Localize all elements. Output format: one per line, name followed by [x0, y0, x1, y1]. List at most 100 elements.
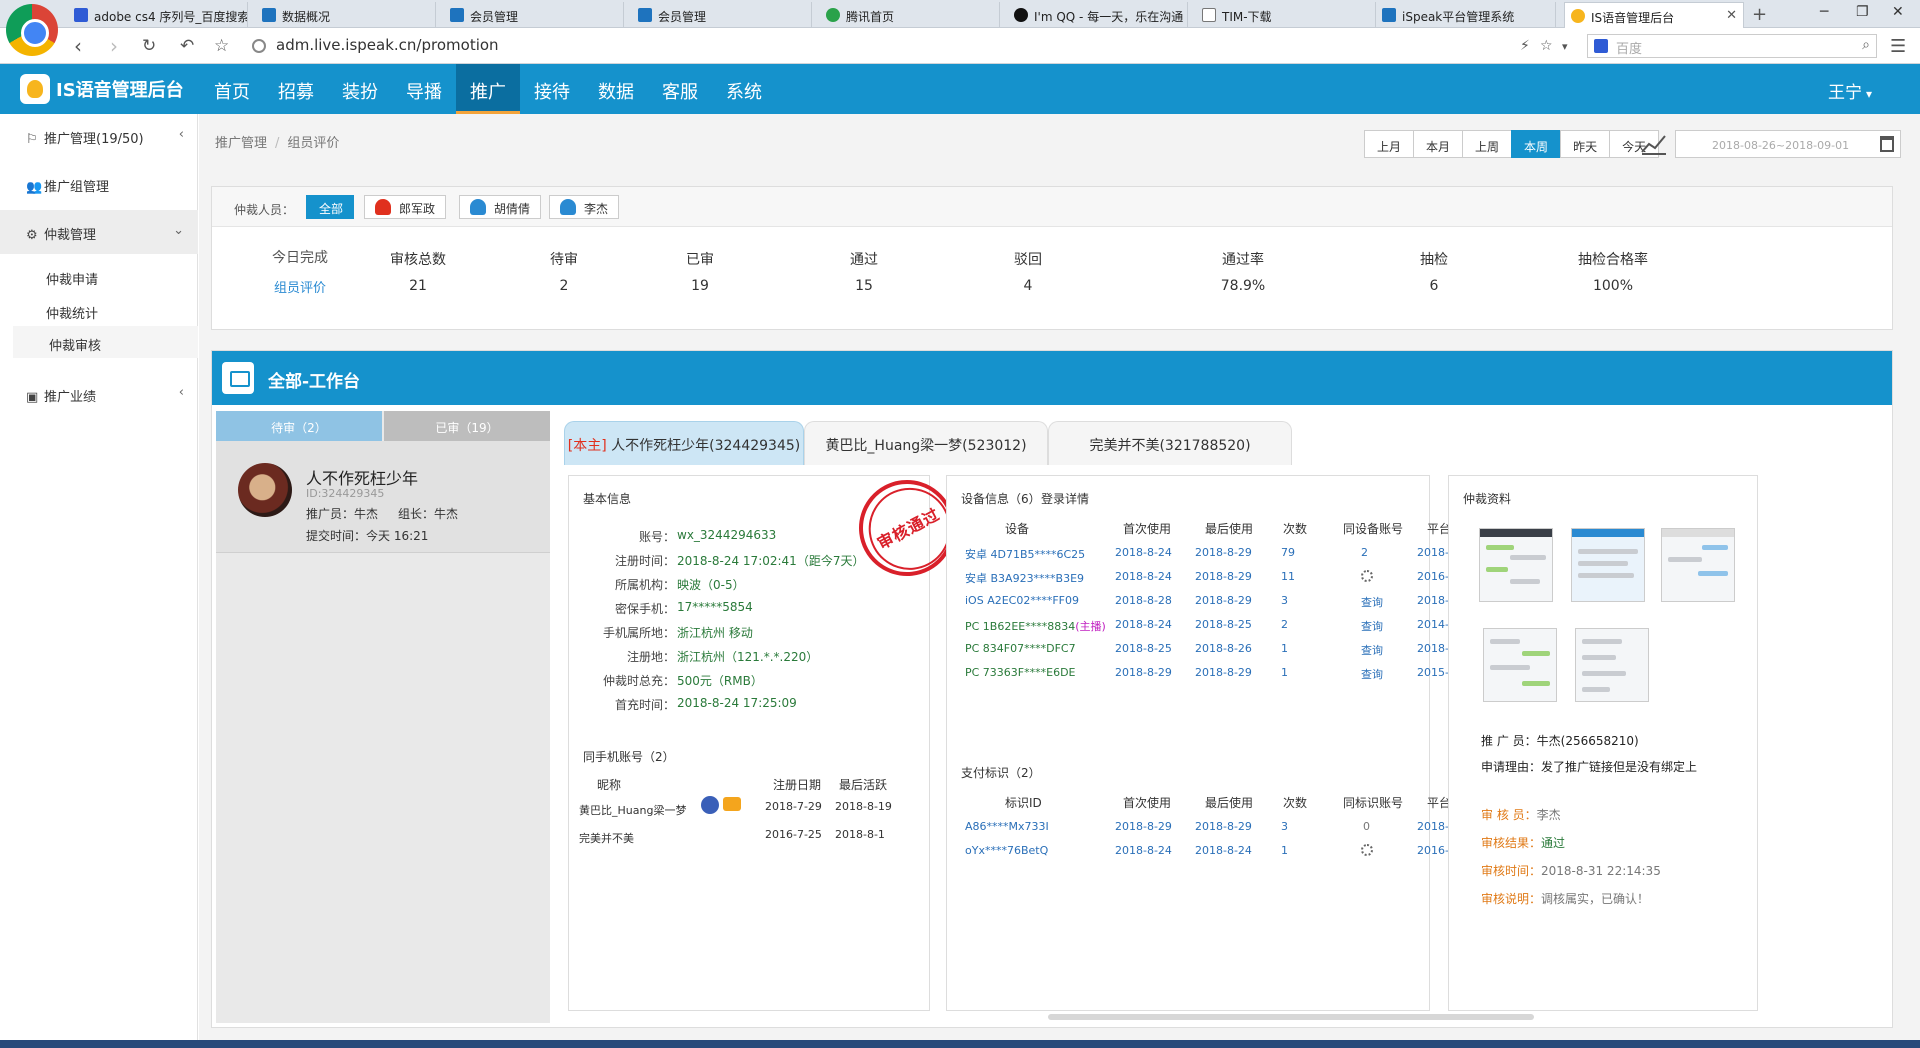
- tab-main-account[interactable]: [本主] 人不作死枉少年(324429345): [564, 421, 804, 465]
- table-cell[interactable]: 完美并不美: [579, 830, 634, 846]
- range-this-week[interactable]: 本周: [1511, 130, 1562, 158]
- member-card[interactable]: 人不作死枉少年 ID:324429345 推广员：牛杰 组长：牛杰 提交时间：今天…: [216, 441, 550, 553]
- basic-info-title: 基本信息: [583, 492, 632, 506]
- lightning-icon[interactable]: ⚡: [1520, 38, 1530, 54]
- table-cell: 2018-8-29: [1195, 820, 1252, 833]
- tab-pending[interactable]: 待审（2）: [216, 411, 382, 441]
- nav-recruit[interactable]: 招募: [264, 64, 328, 114]
- page-info-icon: [252, 39, 266, 53]
- url-field[interactable]: adm.live.ispeak.cn/promotion: [248, 34, 1548, 58]
- sidebar-item-promotion-manage[interactable]: ⚐ 推广管理(19/50) ‹: [0, 114, 198, 158]
- nav-data[interactable]: 数据: [584, 64, 648, 114]
- same-device-count[interactable]: 2: [1361, 546, 1368, 559]
- sidebar-sub-arbitration-apply[interactable]: 仲裁申请: [10, 260, 198, 292]
- tab-linked-account[interactable]: 完美并不美(321788520): [1048, 421, 1292, 465]
- bookmark-star-icon[interactable]: ☆: [214, 36, 229, 56]
- sidebar-sub-arbitration-stats[interactable]: 仲裁统计: [10, 294, 198, 326]
- range-last-week[interactable]: 上周: [1462, 130, 1513, 158]
- table-cell: 2018-8-29: [1115, 820, 1172, 833]
- browser-tab[interactable]: iSpeak平台管理系统: [1376, 2, 1556, 28]
- login-detail-link[interactable]: 登录详情: [1041, 490, 1089, 507]
- filter-chip-person[interactable]: 李杰: [549, 195, 620, 219]
- table-cell[interactable]: 黄巴比_Huang梁一梦: [579, 802, 686, 818]
- evidence-screenshot[interactable]: [1483, 628, 1557, 702]
- tab-reviewed[interactable]: 已审（19）: [384, 411, 550, 441]
- search-icon[interactable]: ⌕: [1862, 37, 1870, 53]
- table-cell: 2018-8-29: [1195, 594, 1252, 607]
- app-logo[interactable]: IS语音管理后台: [20, 73, 184, 105]
- qq-browser-icon: [826, 8, 840, 22]
- arbitration-note: 审核说明：调核属实，已确认！: [1481, 892, 1650, 906]
- browser-tab[interactable]: adobe cs4 序列号_百度搜索: [68, 2, 248, 28]
- browser-tab[interactable]: 会员管理: [444, 2, 624, 28]
- evidence-screenshot[interactable]: [1571, 528, 1645, 602]
- chevron-down-icon[interactable]: ▾: [1562, 40, 1568, 53]
- search-input[interactable]: 百度 ⌕: [1587, 34, 1877, 58]
- calendar-icon[interactable]: [1880, 136, 1894, 152]
- date-range-input[interactable]: 2018-08-26~2018-09-01: [1675, 130, 1901, 158]
- browser-tab-active[interactable]: IS语音管理后台 ✕: [1564, 2, 1744, 28]
- sidebar-item-performance[interactable]: ▣ 推广业绩 ‹: [0, 372, 198, 416]
- range-last-month[interactable]: 上月: [1364, 130, 1415, 158]
- evidence-screenshot[interactable]: [1479, 528, 1553, 602]
- document-icon: [1202, 8, 1216, 22]
- evidence-screenshot[interactable]: [1661, 528, 1735, 602]
- evidence-screenshot[interactable]: [1575, 628, 1649, 702]
- query-link[interactable]: 查询: [1361, 666, 1383, 682]
- undo-icon[interactable]: ↶: [180, 36, 194, 56]
- address-bar: ‹ › ↻ ↶ ☆ adm.live.ispeak.cn/promotion ⚡…: [0, 28, 1920, 64]
- filter-chip-person[interactable]: 郎军政: [364, 195, 447, 219]
- browser-tab[interactable]: 腾讯首页: [820, 2, 1000, 28]
- browser-tab[interactable]: 数据概况: [256, 2, 436, 28]
- table-cell: 0: [1363, 820, 1370, 833]
- query-link[interactable]: 查询: [1361, 642, 1383, 658]
- member-review-link[interactable]: 组员评价: [272, 277, 328, 296]
- browser-tab[interactable]: TIM-下载: [1196, 2, 1376, 28]
- reload-icon[interactable]: ↻: [142, 36, 156, 56]
- arbitration-reason: 申请理由：发了推广链接但是没有绑定上: [1481, 760, 1698, 774]
- sidebar-item-arbitration[interactable]: ⚙ 仲裁管理 ⌄: [0, 210, 198, 254]
- chevron-down-icon: ▾: [1865, 87, 1872, 101]
- arbitration-title: 仲裁资料: [1463, 492, 1512, 506]
- table-cell: 2018-8-29: [1195, 666, 1252, 679]
- query-link[interactable]: 查询: [1361, 618, 1383, 634]
- restore-icon[interactable]: ❐: [1856, 4, 1869, 20]
- favorite-star-icon[interactable]: ☆: [1540, 38, 1553, 54]
- nav-broadcast[interactable]: 导播: [392, 64, 456, 114]
- sidebar-sub-arbitration-review[interactable]: 仲裁审核: [10, 326, 198, 358]
- back-icon[interactable]: ‹: [74, 34, 82, 58]
- nav-decorate[interactable]: 装扮: [328, 64, 392, 114]
- range-this-month[interactable]: 本月: [1413, 130, 1464, 158]
- user-avatar-icon: [375, 199, 391, 215]
- close-tab-icon[interactable]: ✕: [1726, 8, 1737, 23]
- browser-tab[interactable]: 会员管理: [632, 2, 812, 28]
- tab-linked-account[interactable]: 黄巴比_Huang梁一梦(523012): [804, 421, 1048, 465]
- table-cell: 2018-8-26: [1195, 642, 1252, 655]
- nav-home[interactable]: 首页: [200, 64, 264, 114]
- nav-system[interactable]: 系统: [712, 64, 776, 114]
- main-content: 推广管理 / 组员评价 上月 本月 上周 本周 昨天 今天 2018-08-26~2…: [199, 114, 1920, 1048]
- badge-icon: [701, 796, 719, 814]
- minimize-icon[interactable]: ─: [1820, 4, 1828, 20]
- menu-icon[interactable]: ☰: [1890, 36, 1906, 57]
- trend-chart-icon[interactable]: [1639, 130, 1669, 158]
- nav-reception[interactable]: 接待: [520, 64, 584, 114]
- filter-chip-all[interactable]: 全部: [306, 195, 355, 219]
- browser-tab[interactable]: I'm QQ - 每一天，乐在沟通: [1008, 2, 1188, 28]
- new-tab-icon[interactable]: +: [1752, 4, 1767, 25]
- nav-service[interactable]: 客服: [648, 64, 712, 114]
- range-yesterday[interactable]: 昨天: [1560, 130, 1611, 158]
- forward-icon[interactable]: ›: [110, 34, 118, 58]
- baidu-search-icon: [1594, 39, 1608, 53]
- sidebar-item-group-manage[interactable]: 👥 推广组管理: [0, 162, 198, 206]
- breadcrumb-item[interactable]: 推广管理: [215, 136, 267, 151]
- close-window-icon[interactable]: ✕: [1892, 4, 1904, 20]
- filter-chip-person[interactable]: 胡倩倩: [459, 195, 542, 219]
- nav-promotion[interactable]: 推广: [456, 64, 520, 114]
- avatar: [238, 463, 292, 517]
- query-link[interactable]: 查询: [1361, 594, 1383, 610]
- table-cell: 79: [1281, 546, 1295, 559]
- user-menu[interactable]: 王宁 ▾: [1828, 78, 1872, 103]
- horizontal-scrollbar[interactable]: [1048, 1014, 1534, 1020]
- users-icon: 👥: [26, 180, 43, 195]
